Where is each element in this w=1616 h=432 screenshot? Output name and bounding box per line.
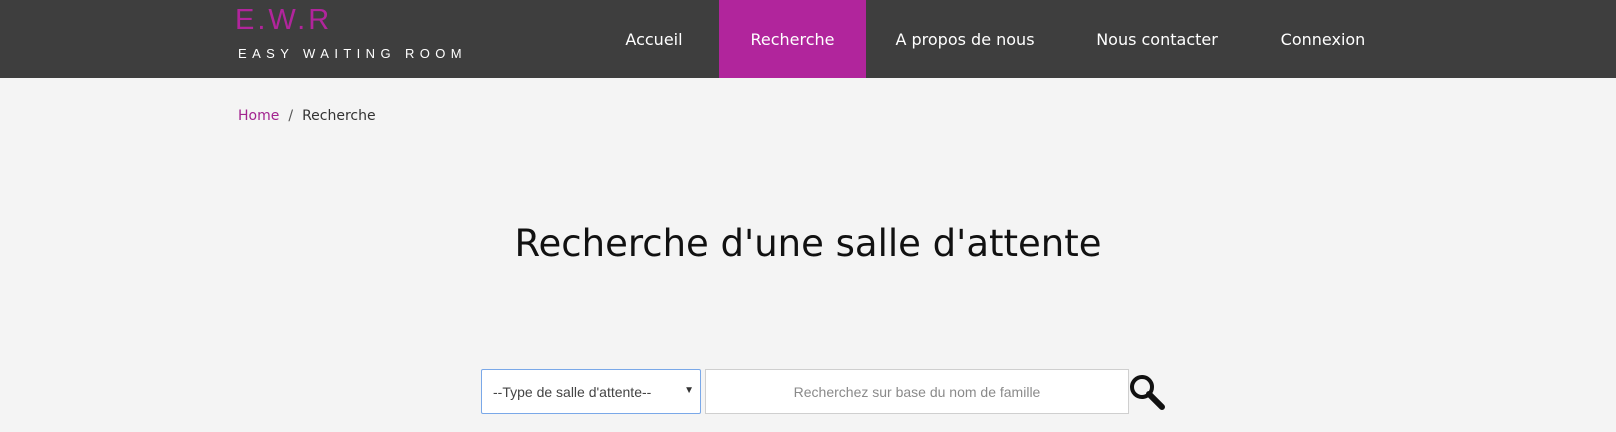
breadcrumb-current: Recherche: [302, 108, 376, 124]
nav-item-connexion[interactable]: Connexion: [1270, 0, 1376, 78]
nav-item-a-propos[interactable]: A propos de nous: [883, 0, 1047, 78]
page-title: Recherche d'une salle d'attente: [514, 222, 1102, 265]
nav-item-accueil[interactable]: Accueil: [606, 0, 702, 78]
breadcrumb-home-link[interactable]: Home: [238, 108, 279, 124]
search-input[interactable]: [705, 369, 1129, 414]
logo-title[interactable]: E.W.R: [235, 4, 332, 37]
logo-subtitle: EASY WAITING ROOM: [238, 46, 468, 61]
breadcrumb: Home / Recherche: [238, 108, 376, 124]
nav-item-recherche[interactable]: Recherche: [719, 0, 866, 78]
header-bar: E.W.R EASY WAITING ROOM Accueil Recherch…: [0, 0, 1616, 78]
breadcrumb-separator: /: [288, 108, 294, 124]
search-button[interactable]: [1127, 372, 1167, 412]
select-value: --Type de salle d'attente--: [493, 383, 652, 400]
search-icon: [1130, 375, 1165, 410]
caret-down-icon: ▼: [684, 385, 694, 396]
waiting-room-type-select[interactable]: --Type de salle d'attente-- ▼: [481, 369, 701, 414]
nav-item-contact[interactable]: Nous contacter: [1090, 0, 1224, 78]
